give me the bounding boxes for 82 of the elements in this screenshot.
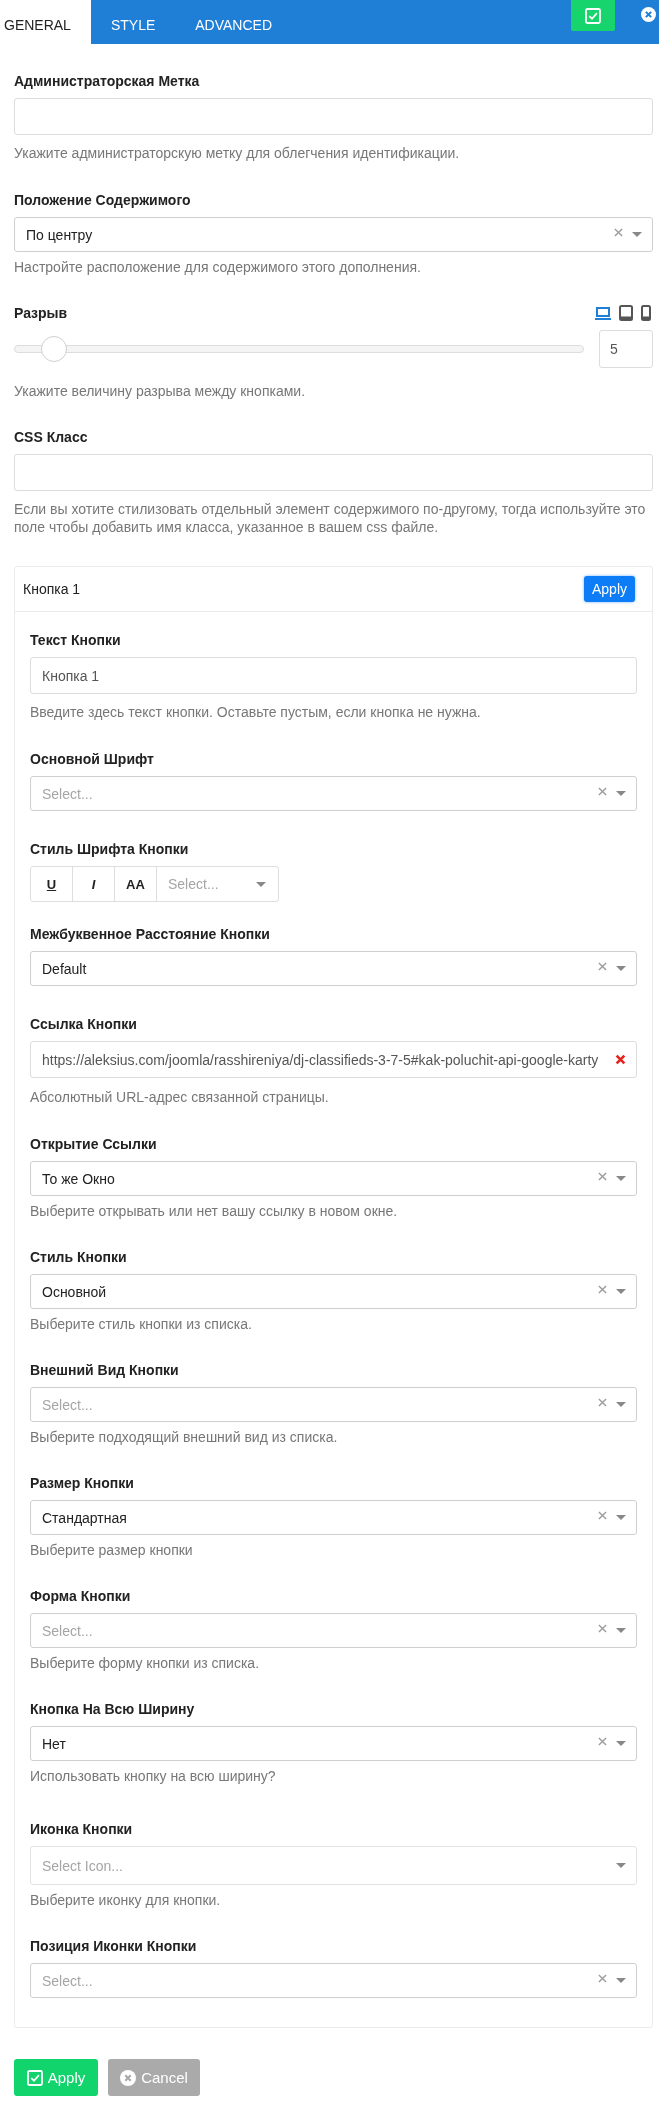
field-label: Позиция Иконки Кнопки xyxy=(30,1937,197,1956)
help-text: Выберите открывать или нет вашу ссылку в новом окне. xyxy=(30,1202,399,1220)
field-label: CSS Класс xyxy=(14,428,88,447)
help-text: Выберите стиль кнопки из списка. xyxy=(30,1315,253,1333)
dropdown[interactable]: То же Окно xyxy=(30,1161,637,1196)
tab[interactable]: STYLE xyxy=(90,0,176,44)
help-text: Если вы хотите стилизовать отдельный элемент содержимого по-другому, тогда используйте это поле чтобы добавить имя класса, указанное в вашем css файле. xyxy=(14,500,647,536)
apply-button[interactable]: Apply xyxy=(583,576,635,602)
check-square-icon xyxy=(585,7,601,24)
help-text: Абсолютный URL-адрес связанной страницы. xyxy=(30,1088,330,1106)
dropdown[interactable]: По центру xyxy=(14,217,653,252)
caret-icon xyxy=(632,232,642,237)
clear-icon[interactable] xyxy=(615,1054,626,1065)
field-label: Ссылка Кнопки xyxy=(30,1015,137,1034)
help-text: Выберите подходящий внешний вид из списка. xyxy=(30,1428,339,1446)
field-label: Открытие Ссылки xyxy=(30,1135,157,1154)
field-label: Разрыв xyxy=(14,304,68,323)
dropdown[interactable]: Нет xyxy=(30,1726,637,1761)
field-label: Основной Шрифт xyxy=(30,750,154,769)
field-label: Внешний Вид Кнопки xyxy=(30,1361,179,1380)
help-text: Использовать кнопку на всю ширину? xyxy=(30,1767,277,1785)
help-text: Укажите администраторскую метку для облегчения идентификации. xyxy=(14,144,461,162)
field-label: Стиль Кнопки xyxy=(30,1248,127,1267)
save-button[interactable] xyxy=(571,0,615,31)
help-text: Выберите размер кнопки xyxy=(30,1541,194,1559)
text-input[interactable]: Кнопка 1 xyxy=(30,657,637,694)
url-input[interactable]: https://aleksius.com/joomla/rasshireniya/dj-classifieds-3-7-5#kak-poluchit-api-google-karty xyxy=(30,1041,637,1078)
caret-icon xyxy=(616,966,626,971)
field-label: Форма Кнопки xyxy=(30,1587,131,1606)
close-circle-icon xyxy=(120,2069,137,2086)
caret-icon xyxy=(616,1289,626,1294)
field-label: Стиль Шрифта Кнопки xyxy=(30,840,189,859)
help-text: Настройте расположение для содержимого этого дополнения. xyxy=(14,258,422,276)
field-label: Кнопка На Всю Ширину xyxy=(30,1700,195,1719)
laptop-icon[interactable] xyxy=(595,306,611,320)
clear-icon[interactable] xyxy=(598,962,607,971)
caret-icon xyxy=(256,881,266,887)
caret-icon xyxy=(616,1402,626,1407)
field-label: Межбуквенное Расстояние Кнопки xyxy=(30,925,270,944)
clear-icon[interactable] xyxy=(614,228,623,237)
tab[interactable]: GENERAL xyxy=(0,0,91,44)
caret-icon xyxy=(616,1863,626,1868)
caret-icon xyxy=(616,1741,626,1746)
underline-button[interactable]: U xyxy=(30,866,73,902)
field-label: Положение Содержимого xyxy=(14,191,191,210)
clear-icon[interactable] xyxy=(598,787,607,796)
slider-thumb[interactable] xyxy=(41,336,68,362)
clear-icon[interactable] xyxy=(598,1974,607,1983)
field-label: Иконка Кнопки xyxy=(30,1820,133,1839)
caret-icon xyxy=(616,1978,626,1983)
help-text: Укажите величину разрыва между кнопками. xyxy=(14,382,307,400)
caret-icon xyxy=(616,791,626,796)
italic-button[interactable]: I xyxy=(72,866,115,902)
clear-icon[interactable] xyxy=(598,1398,607,1407)
panel-title: Кнопка 1 xyxy=(23,581,81,597)
tablet-icon[interactable] xyxy=(619,305,633,321)
dropdown[interactable]: Стандартная xyxy=(30,1500,637,1535)
clear-icon[interactable] xyxy=(598,1624,607,1633)
help-text: Выберите форму кнопки из списка. xyxy=(30,1654,261,1672)
field-label: Администраторская Метка xyxy=(14,72,200,91)
dropdown[interactable]: Основной xyxy=(30,1274,637,1309)
text-input[interactable] xyxy=(14,454,653,491)
clear-icon[interactable] xyxy=(598,1511,607,1520)
check-square-icon xyxy=(26,2069,43,2086)
dropdown[interactable]: Default xyxy=(30,951,637,986)
uppercase-button[interactable]: AA xyxy=(114,866,157,902)
phone-icon[interactable] xyxy=(641,305,651,321)
text-input[interactable] xyxy=(14,98,653,135)
number-input[interactable]: 5 xyxy=(599,330,653,368)
help-text: Выберите иконку для кнопки. xyxy=(30,1891,222,1909)
field-label: Текст Кнопки xyxy=(30,631,121,650)
close-icon[interactable] xyxy=(641,7,656,22)
field-label: Размер Кнопки xyxy=(30,1474,134,1493)
slider-track[interactable] xyxy=(14,336,584,362)
caret-icon xyxy=(616,1515,626,1520)
clear-icon[interactable] xyxy=(598,1172,607,1181)
clear-icon[interactable] xyxy=(598,1737,607,1746)
caret-icon xyxy=(616,1176,626,1181)
tab[interactable]: ADVANCED xyxy=(175,0,293,44)
help-text: Введите здесь текст кнопки. Оставьте пустым, если кнопка не нужна. xyxy=(30,703,482,721)
caret-icon xyxy=(616,1628,626,1633)
clear-icon[interactable] xyxy=(598,1285,607,1294)
